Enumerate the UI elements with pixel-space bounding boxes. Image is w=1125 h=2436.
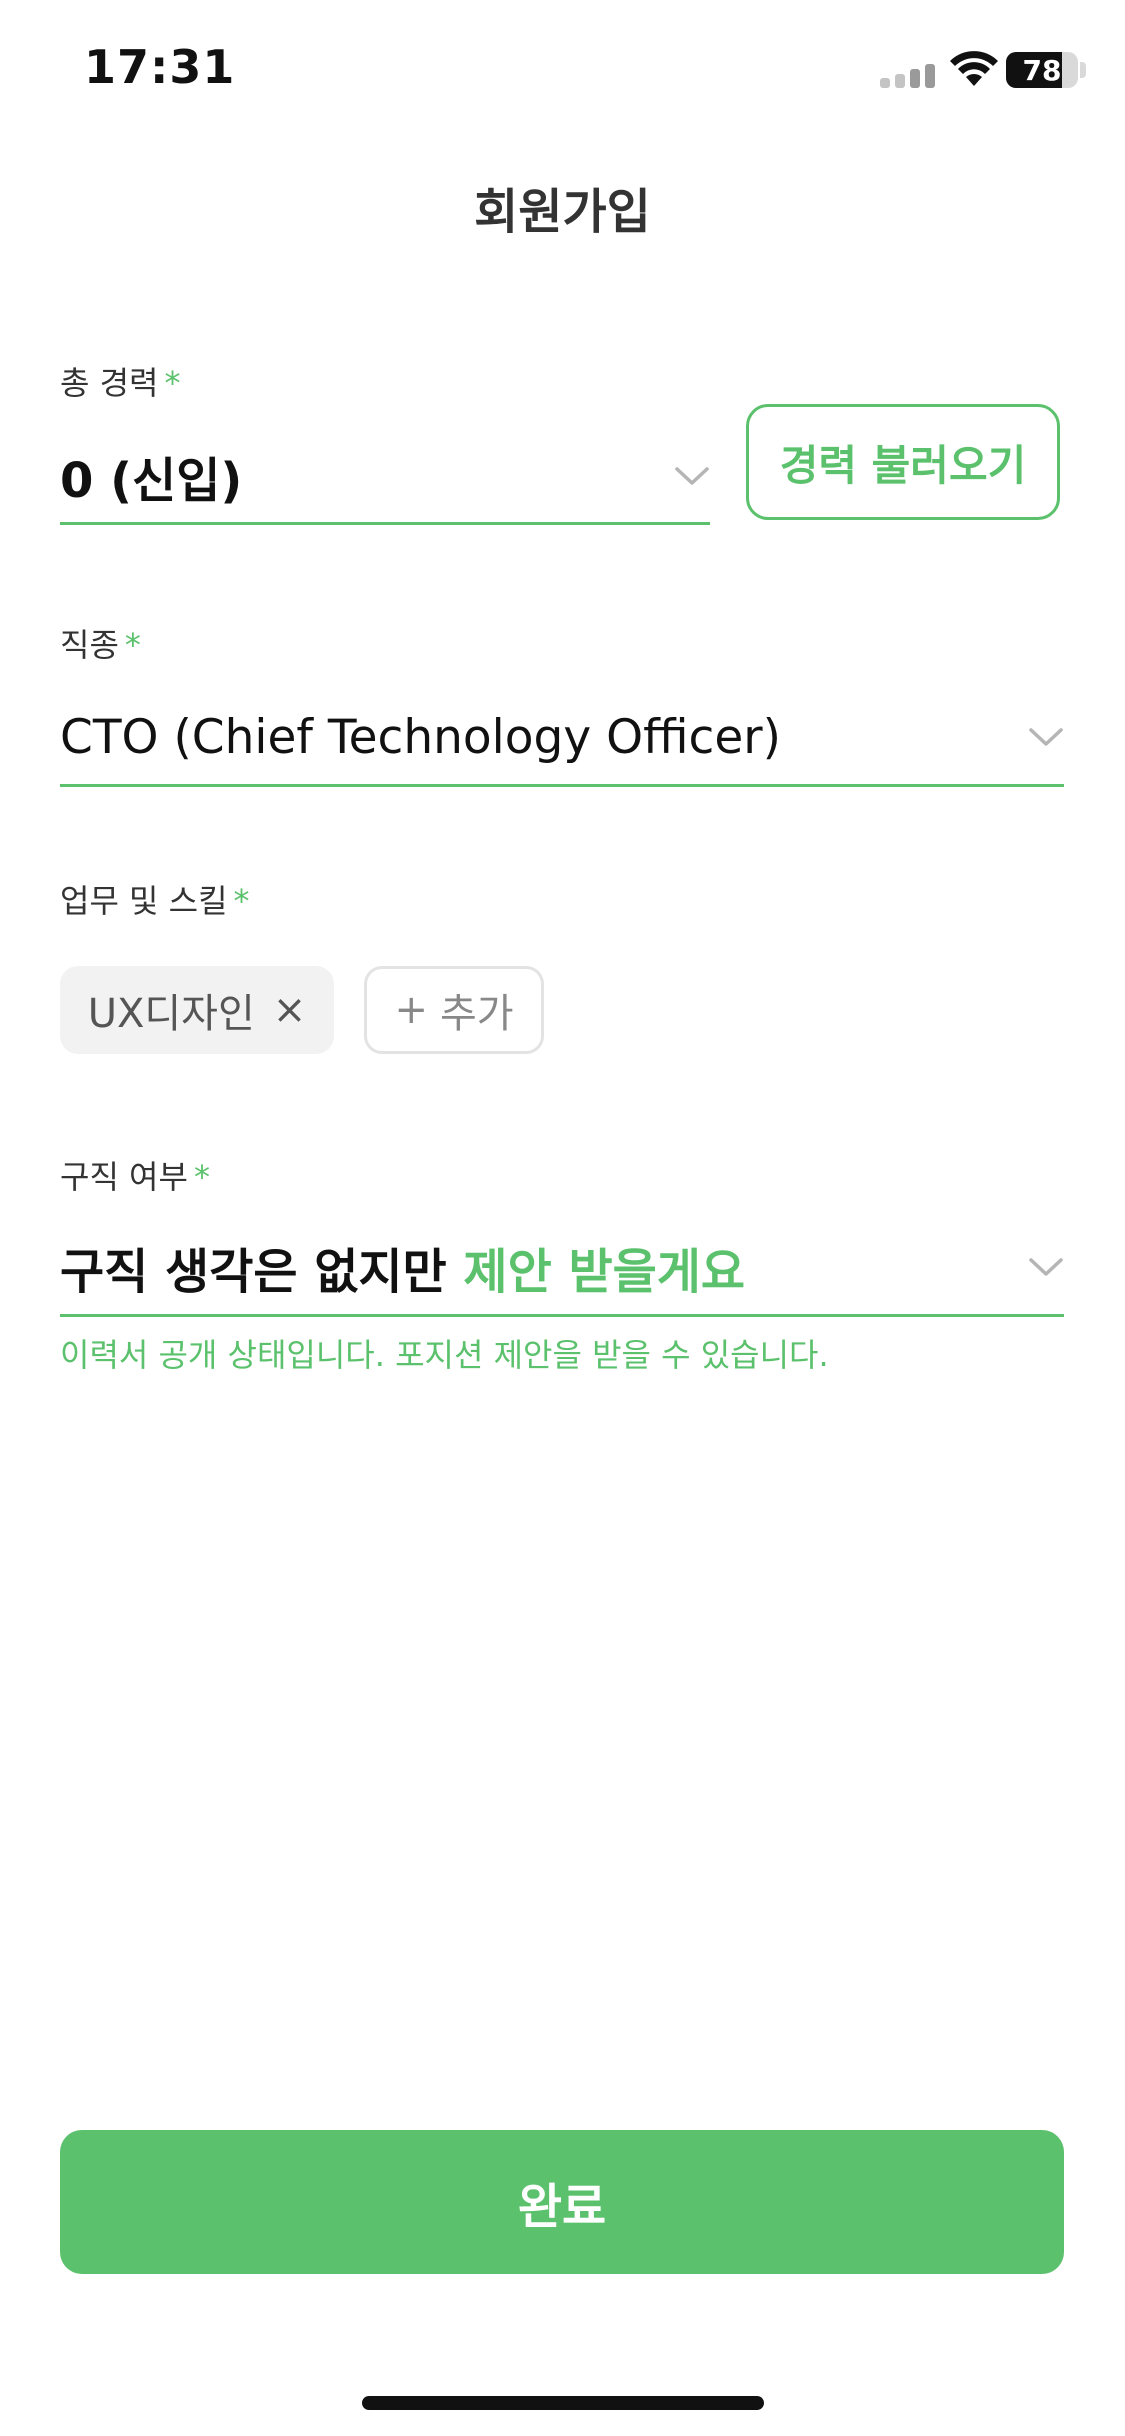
- career-label-text: 총 경력: [60, 364, 159, 402]
- add-skill-button[interactable]: + 추가: [364, 966, 544, 1054]
- skill-chip-label: UX디자인: [87, 991, 255, 1037]
- career-value: 0 (신입): [60, 453, 243, 509]
- battery-level: 78: [1022, 53, 1062, 87]
- chevron-down-icon: [1029, 1258, 1063, 1276]
- required-mark: *: [164, 364, 181, 402]
- close-icon[interactable]: ×: [273, 990, 307, 1030]
- skills-label: 업무 및 스킬 *: [60, 876, 250, 922]
- career-select[interactable]: 0 (신입): [60, 430, 710, 525]
- job-seeking-helper: 이력서 공개 상태입니다. 포지션 제안을 받을 수 있습니다.: [60, 1336, 829, 1374]
- skills-label-text: 업무 및 스킬: [60, 882, 228, 920]
- complete-button[interactable]: 완료: [60, 2130, 1064, 2274]
- load-career-button[interactable]: 경력 불러오기: [746, 404, 1060, 520]
- job-seeking-select[interactable]: 구직 생각은 없지만 제안 받을게요: [60, 1220, 1064, 1317]
- career-label: 총 경력 *: [60, 358, 181, 404]
- add-skill-label: 추가: [439, 991, 514, 1037]
- required-mark: *: [124, 626, 141, 664]
- job-select[interactable]: CTO (Chief Technology Officer): [60, 690, 1064, 787]
- plus-icon: +: [394, 987, 428, 1033]
- job-seeking-value-prefix: 구직 생각은 없지만: [60, 1244, 464, 1300]
- home-indicator[interactable]: [362, 2396, 764, 2410]
- job-seeking-value: 구직 생각은 없지만 제안 받을게요: [60, 1232, 745, 1302]
- skill-chip: UX디자인 ×: [60, 966, 334, 1054]
- job-value: CTO (Chief Technology Officer): [60, 709, 781, 765]
- page-title: 회원가입: [474, 184, 651, 240]
- chevron-down-icon: [1029, 728, 1063, 746]
- job-label-text: 직종: [60, 626, 119, 664]
- cellular-signal-icon: [880, 64, 935, 88]
- job-seeking-label: 구직 여부 *: [60, 1152, 210, 1198]
- status-time: 17:31: [84, 40, 236, 94]
- job-label: 직종 *: [60, 620, 141, 666]
- battery-icon: 78: [1006, 52, 1078, 88]
- required-mark: *: [193, 1158, 210, 1196]
- required-mark: *: [233, 882, 250, 920]
- job-seeking-label-text: 구직 여부: [60, 1158, 188, 1196]
- chevron-down-icon: [675, 467, 709, 485]
- battery-cap: [1080, 62, 1086, 78]
- wifi-icon: [950, 51, 998, 86]
- job-seeking-value-highlight: 제안 받을게요: [463, 1244, 746, 1300]
